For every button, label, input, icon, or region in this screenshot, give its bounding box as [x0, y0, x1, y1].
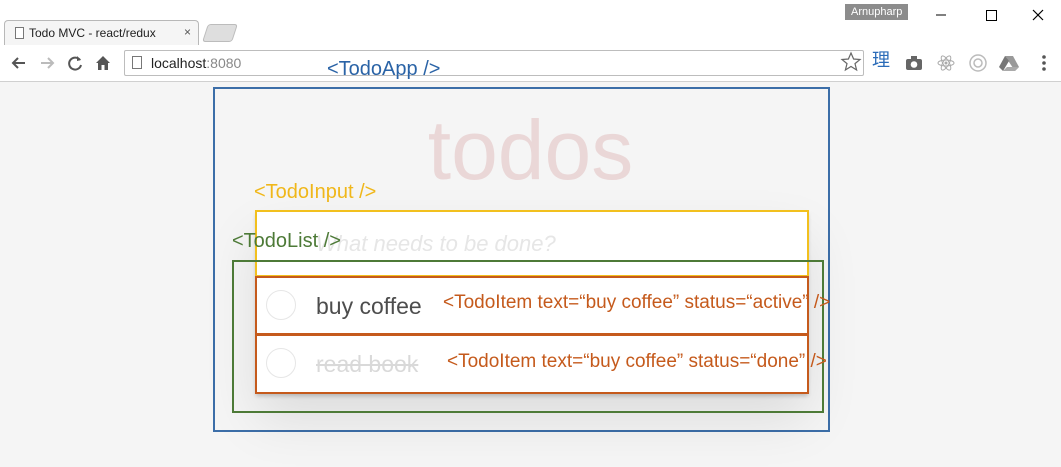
todo-toggle-checkbox[interactable] — [266, 348, 296, 378]
back-icon[interactable] — [8, 52, 30, 74]
todoinput-annotation-label: <TodoInput /> — [254, 181, 377, 203]
page-icon — [15, 27, 24, 39]
page-icon — [132, 56, 142, 69]
address-bar[interactable]: localhost:8080 — [124, 50, 864, 76]
tab-close-icon[interactable]: × — [184, 25, 191, 39]
home-icon[interactable] — [92, 52, 114, 74]
new-tab-button[interactable] — [202, 24, 238, 42]
reload-icon[interactable] — [64, 52, 86, 74]
browser-tab[interactable]: Todo MVC - react/redux × — [4, 20, 199, 45]
translate-extension-icon[interactable]: 理 — [872, 51, 892, 71]
todo-item-label: buy coffee — [316, 293, 422, 319]
drive-icon[interactable] — [998, 53, 1019, 73]
circle-extension-icon[interactable] — [968, 53, 988, 73]
todoitem-annotation-label: <TodoItem text=“buy coffee” status=“done… — [447, 351, 827, 372]
maximize-icon[interactable] — [968, 0, 1014, 30]
menu-icon[interactable] — [1034, 53, 1054, 73]
todoitem-annotation-label: <TodoItem text=“buy coffee” status=“acti… — [443, 292, 831, 313]
url-text: localhost:8080 — [151, 55, 242, 71]
todos-heading: todos — [427, 103, 634, 197]
todo-item-label: read book — [316, 351, 419, 377]
todolist-annotation-label: <TodoList /> — [232, 230, 341, 252]
browser-toolbar: localhost:8080 理 — [0, 45, 1061, 82]
todo-toggle-checkbox[interactable] — [266, 290, 296, 320]
minimize-icon[interactable] — [918, 0, 964, 30]
tab-title: Todo MVC - react/redux — [29, 26, 156, 40]
camera-icon[interactable] — [904, 53, 924, 73]
close-window-icon[interactable] — [1015, 0, 1061, 30]
browser-titlebar: Todo MVC - react/redux × Arnupharp — [0, 0, 1061, 46]
forward-icon[interactable] — [36, 52, 58, 74]
todoapp-annotation-label: <TodoApp /> — [327, 58, 441, 80]
react-devtools-icon[interactable] — [936, 53, 956, 73]
profile-name[interactable]: Arnupharp — [845, 4, 909, 20]
bookmark-star-icon[interactable] — [840, 51, 862, 73]
